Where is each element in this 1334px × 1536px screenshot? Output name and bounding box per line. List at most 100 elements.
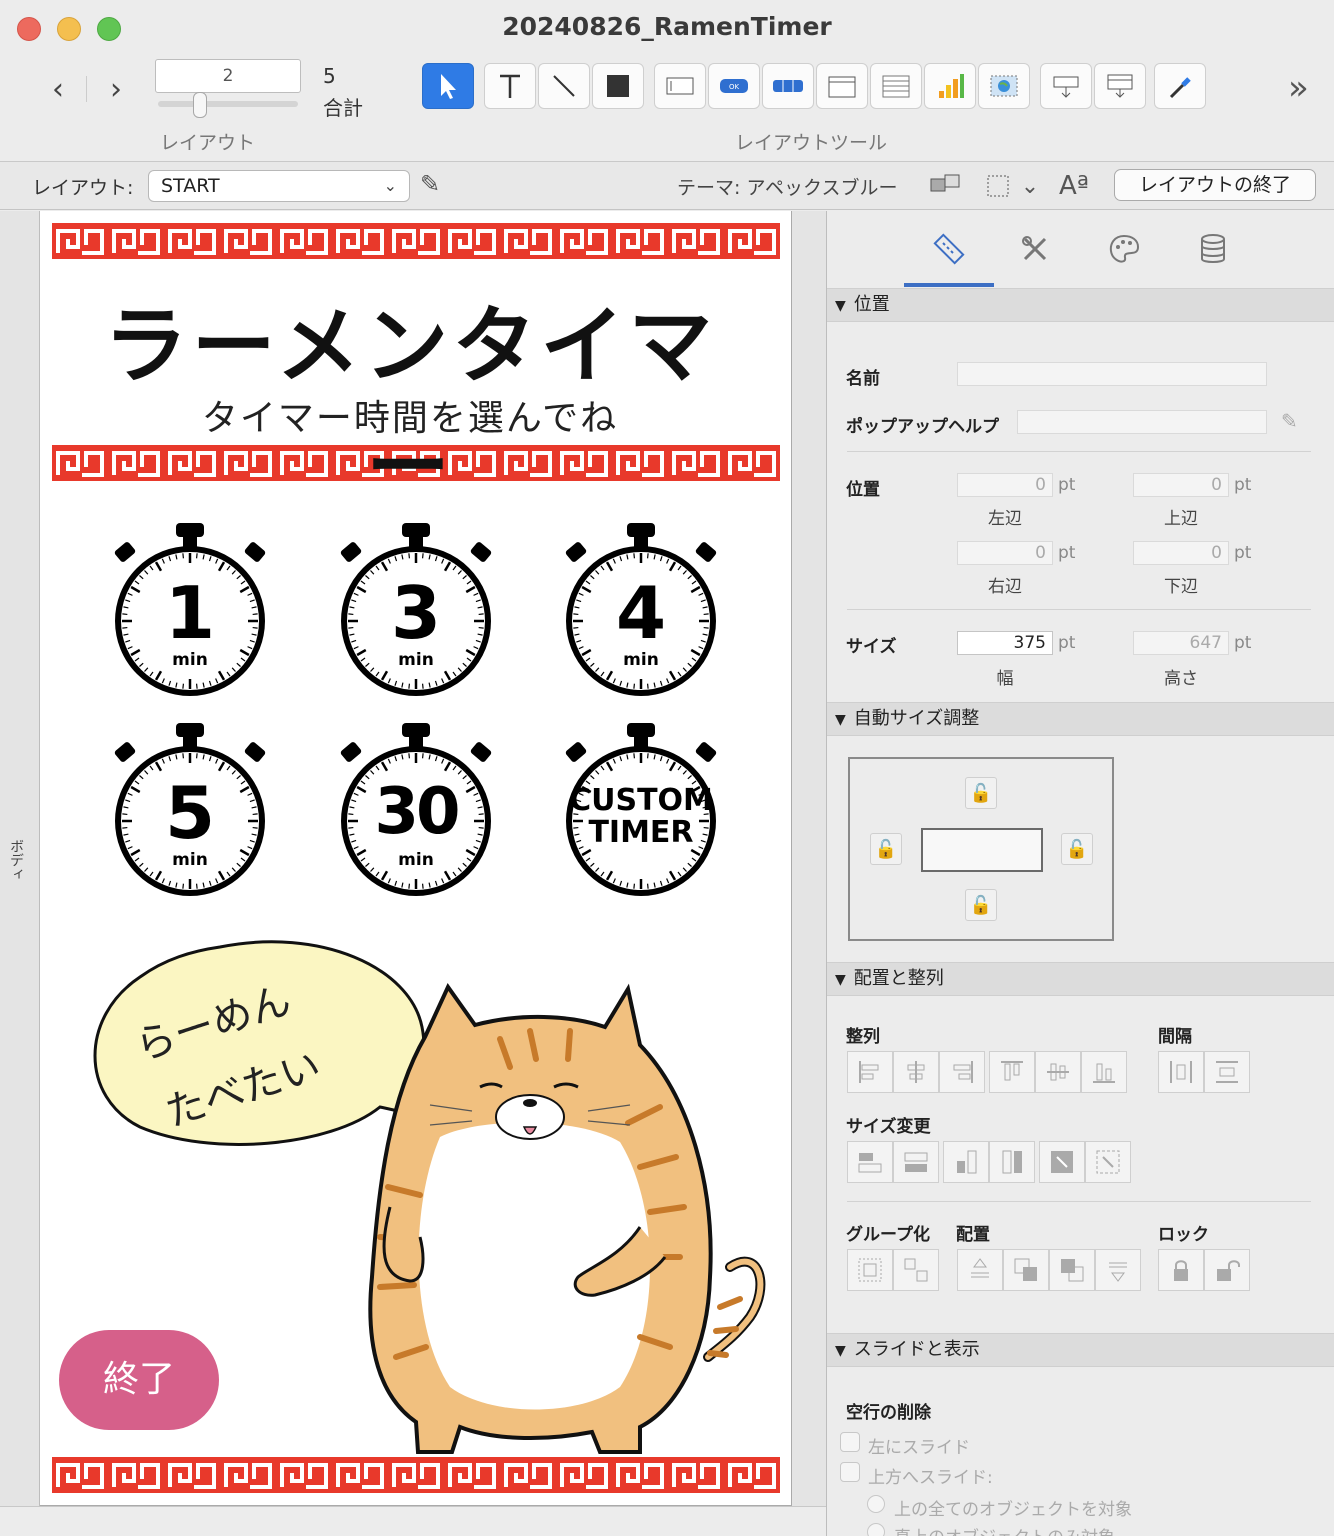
tab-data[interactable] — [1193, 229, 1233, 269]
part-tool[interactable] — [1040, 63, 1092, 109]
portal-tool[interactable] — [870, 63, 922, 109]
layout-select-label: レイアウト: — [32, 177, 134, 199]
chevron-down-icon[interactable]: ⌄ — [1012, 170, 1048, 202]
line-tool[interactable] — [538, 63, 590, 109]
top-caption: 上辺 — [1164, 509, 1198, 529]
send-to-back-icon[interactable] — [1095, 1249, 1141, 1291]
shape-tool[interactable] — [592, 63, 644, 109]
end-button[interactable]: 終了 — [59, 1330, 219, 1430]
arrow-cursor-icon — [441, 74, 456, 99]
layout-select[interactable]: START ⌄ — [148, 170, 410, 202]
text-tool[interactable] — [484, 63, 536, 109]
align-center-icon[interactable] — [893, 1051, 939, 1093]
align-label: 整列 — [846, 1027, 880, 1047]
anchor-top-lock-icon[interactable]: 🔓 — [965, 777, 997, 809]
bottom-field[interactable]: 0 — [1133, 541, 1229, 565]
timer-3min-button[interactable]: 3 min — [336, 519, 496, 699]
web-viewer-tool[interactable] — [978, 63, 1030, 109]
unlock-icon[interactable] — [1204, 1249, 1250, 1291]
align-middle-icon[interactable] — [1035, 1051, 1081, 1093]
height-field[interactable]: 647 — [1133, 631, 1229, 655]
tab-styles[interactable] — [1015, 229, 1055, 269]
lock-icon[interactable] — [1158, 1249, 1204, 1291]
canvas-horizontal-scrollbar[interactable] — [0, 1506, 826, 1536]
distribute-horizontal-icon[interactable] — [1158, 1051, 1204, 1093]
chart-tool[interactable] — [924, 63, 976, 109]
inspector-tabs — [827, 211, 1334, 289]
resize-to-smallest-width-icon[interactable] — [847, 1141, 893, 1183]
top-unit: pt — [1234, 475, 1252, 495]
width-field[interactable]: 375 — [957, 631, 1053, 655]
anchor-left-lock-icon[interactable]: 🔓 — [870, 833, 902, 865]
record-slider[interactable] — [158, 101, 298, 107]
align-right-icon[interactable] — [939, 1051, 985, 1093]
edit-layout-name-icon[interactable]: ✎ — [420, 170, 440, 198]
timer-4min-button[interactable]: 4 min — [561, 519, 721, 699]
layout-label: レイアウト — [160, 132, 256, 154]
part-setup-tool[interactable] — [1094, 63, 1146, 109]
forward-button[interactable]: › — [98, 70, 134, 110]
group-icon[interactable] — [847, 1249, 893, 1291]
bring-to-front-icon[interactable] — [957, 1249, 1003, 1291]
timer-1min-button[interactable]: 1 min — [110, 519, 270, 699]
top-field[interactable]: 0 — [1133, 473, 1229, 497]
record-number-field[interactable]: 2 — [155, 59, 301, 93]
resize-to-largest-width-icon[interactable] — [893, 1141, 939, 1183]
button-bar-tool[interactable] — [762, 63, 814, 109]
width-unit: pt — [1058, 633, 1076, 653]
custom-timer-label: CUSTOM TIMER — [561, 785, 721, 849]
format-painter-tool[interactable] — [1154, 63, 1206, 109]
radio-directly-above[interactable] — [867, 1523, 885, 1536]
radio-all-objects[interactable] — [867, 1495, 885, 1513]
right-field[interactable]: 0 — [957, 541, 1053, 565]
button-tool[interactable]: OK — [708, 63, 760, 109]
section-autosize-header[interactable]: ▼ 自動サイズ調整 — [827, 702, 1334, 736]
svg-text:OK: OK — [729, 83, 740, 91]
ungroup-icon[interactable] — [893, 1249, 939, 1291]
timer-value: 1 — [164, 571, 216, 655]
align-bottom-icon[interactable] — [1081, 1051, 1127, 1093]
bring-forward-icon[interactable] — [1003, 1249, 1049, 1291]
object-name-field[interactable] — [957, 362, 1267, 386]
section-arrange-header[interactable]: ▼ 配置と整列 — [827, 962, 1334, 996]
grid-guides-icon[interactable] — [980, 170, 1016, 202]
record-slider-knob[interactable] — [193, 92, 207, 118]
timer-30min-button[interactable]: 30 min — [336, 719, 496, 899]
resize-to-smallest-icon[interactable] — [1039, 1141, 1085, 1183]
slide-left-checkbox[interactable] — [840, 1432, 860, 1452]
tab-appearance[interactable] — [1104, 229, 1144, 269]
section-slide-header[interactable]: ▼ スライドと表示 — [827, 1333, 1334, 1367]
bottom-unit: pt — [1234, 543, 1252, 563]
body-part-label-strip[interactable]: ボディ — [0, 211, 40, 1506]
layout-canvas: ボディ ラーメンタイマー タイマー時間を選んでね 1 min 3 min 4 m… — [0, 211, 826, 1536]
exit-layout-button[interactable]: レイアウトの終了 — [1114, 169, 1316, 201]
popup-help-field[interactable] — [1017, 410, 1267, 434]
back-button[interactable]: ‹ — [40, 70, 76, 110]
group-buttons — [847, 1249, 939, 1291]
resize-to-largest-icon[interactable] — [1085, 1141, 1131, 1183]
select-tool[interactable] — [422, 63, 474, 109]
align-left-icon[interactable] — [847, 1051, 893, 1093]
theme-picker-icon[interactable] — [928, 170, 964, 202]
anchor-bottom-lock-icon[interactable]: 🔓 — [965, 889, 997, 921]
send-backward-icon[interactable] — [1049, 1249, 1095, 1291]
align-top-icon[interactable] — [989, 1051, 1035, 1093]
resize-to-largest-height-icon[interactable] — [989, 1141, 1035, 1183]
field-tool[interactable] — [654, 63, 706, 109]
section-position-header[interactable]: ▼ 位置 — [827, 288, 1334, 322]
pencil-icon[interactable]: ✎ — [1281, 409, 1298, 433]
anchor-right-lock-icon[interactable]: 🔓 — [1061, 833, 1093, 865]
tab-position[interactable] — [929, 229, 969, 269]
timer-value: 5 — [164, 771, 216, 855]
distribute-vertical-icon[interactable] — [1204, 1051, 1250, 1093]
resize-to-smallest-height-icon[interactable] — [943, 1141, 989, 1183]
timer-5min-button[interactable]: 5 min — [110, 719, 270, 899]
spacing-buttons — [1158, 1051, 1250, 1093]
tab-control-tool[interactable] — [816, 63, 868, 109]
slide-up-checkbox[interactable] — [840, 1462, 860, 1482]
left-field[interactable]: 0 — [957, 473, 1053, 497]
bar-chart-icon — [939, 74, 964, 98]
text-style-icon[interactable]: Aª — [1056, 170, 1092, 202]
custom-timer-button[interactable]: CUSTOM TIMER — [561, 719, 721, 899]
toolbar-overflow-icon[interactable]: » — [1288, 68, 1309, 108]
